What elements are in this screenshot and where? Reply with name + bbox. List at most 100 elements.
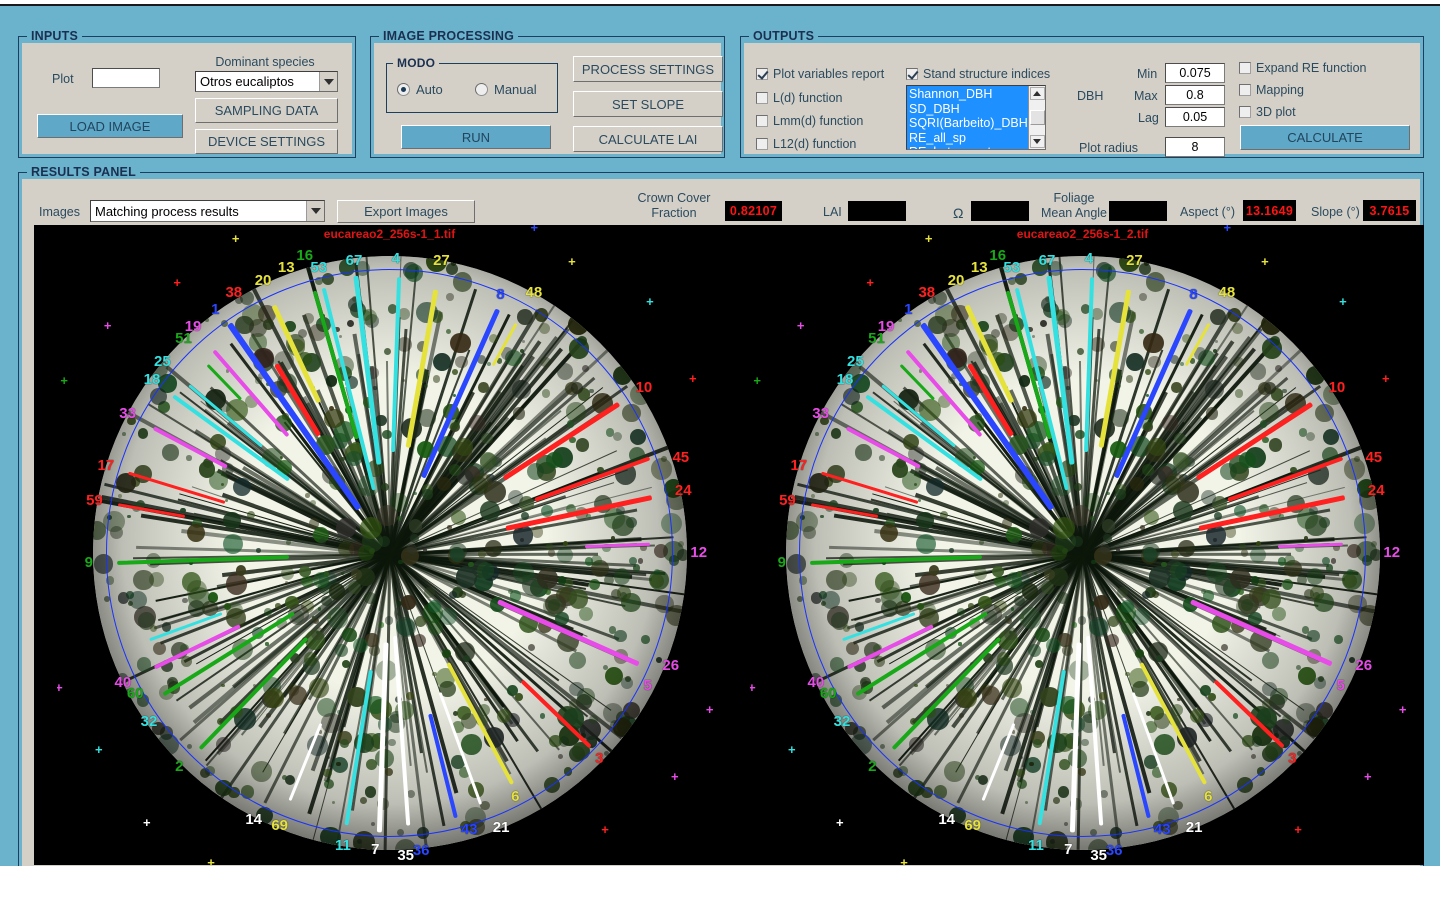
min-label: Min <box>1137 67 1158 81</box>
tree-label: 8 <box>1189 286 1198 304</box>
tree-label: 3 <box>595 750 604 768</box>
tree-label: 36 <box>412 842 430 860</box>
list-item[interactable]: Shannon_DBH <box>909 87 1028 102</box>
tree-label: 20 <box>254 272 272 290</box>
checkbox-lmmd-function[interactable]: Lmm(d) function <box>756 114 863 128</box>
indices-listbox[interactable]: Shannon_DBH SD_DBH SQRI(Barbeito)_DBH RE… <box>906 85 1046 150</box>
reference-plus-marker: + <box>689 370 697 386</box>
reference-plus-marker: + <box>705 702 714 718</box>
aspect-label: Aspect (°) <box>1180 205 1236 219</box>
fisheye-image-right[interactable]: eucareao2_256s-1_2.tif 53 67 4 27 8 48 10 45 24 1… <box>750 225 1415 865</box>
images-select[interactable]: Matching process results <box>90 200 325 222</box>
reference-plus-marker: + <box>173 274 181 290</box>
reference-plus-marker: + <box>57 679 63 695</box>
plot-label: Plot <box>52 72 74 86</box>
omega-value <box>971 201 1029 221</box>
images-label: Images <box>39 205 80 219</box>
tree-label: 69 <box>964 816 982 834</box>
dbh-label: DBH <box>1077 89 1104 103</box>
tree-label: 14 <box>938 811 955 829</box>
tree-label: 6 <box>1204 787 1213 805</box>
application-window: INPUTS Plot Dominant species Otros eucal… <box>0 4 1440 872</box>
chevron-down-icon <box>306 201 324 221</box>
dbh-min-input[interactable]: 0.075 <box>1165 63 1225 83</box>
inputs-panel: INPUTS Plot Dominant species Otros eucal… <box>18 29 356 158</box>
tree-label: 27 <box>1126 251 1143 269</box>
reference-plus-marker: + <box>646 294 654 310</box>
tree-label: 40 <box>807 674 825 692</box>
reference-plus-marker: + <box>753 373 761 389</box>
checkbox-label: Mapping <box>1256 83 1304 97</box>
run-button[interactable]: RUN <box>401 125 551 149</box>
plot-radius-input[interactable]: 8 <box>1165 137 1225 157</box>
tree-label: 21 <box>492 819 510 837</box>
radio-auto[interactable]: Auto <box>397 82 443 97</box>
tree-label: 2 <box>868 757 877 775</box>
foliage-mean-angle-value <box>1109 201 1167 221</box>
radio-manual[interactable]: Manual <box>475 82 537 97</box>
tree-label: 32 <box>833 712 851 730</box>
tree-label: 21 <box>1185 819 1203 837</box>
tree-label: 38 <box>918 284 936 302</box>
outputs-panel-title: OUTPUTS <box>749 29 819 43</box>
export-images-button[interactable]: Export Images <box>337 200 475 223</box>
set-slope-button[interactable]: SET SLOPE <box>573 91 723 117</box>
tree-label: 18 <box>143 371 161 389</box>
plot-input[interactable] <box>92 68 160 88</box>
checkbox-plot-variables-report[interactable]: Plot variables report <box>756 67 884 81</box>
checkbox-icon <box>756 138 768 150</box>
list-item[interactable]: SD_DBH <box>909 102 1028 117</box>
scroll-up-icon[interactable] <box>1029 87 1045 100</box>
checkbox-stand-structure-indices[interactable]: Stand structure indices <box>906 67 1050 81</box>
fisheye-image-left[interactable]: eucareao2_256s-1_1.tif 53 67 4 27 8 48 10 45 24 1… <box>57 225 722 865</box>
list-item[interactable]: RE_all_sp <box>909 131 1028 146</box>
tree-label: 69 <box>271 816 289 834</box>
tree-label: 24 <box>1367 481 1385 499</box>
inputs-panel-title: INPUTS <box>27 29 83 43</box>
reference-plus-marker: + <box>1294 822 1302 838</box>
tree-label: 25 <box>846 353 864 371</box>
right-image-title: eucareao2_256s-1_2.tif <box>1016 227 1149 241</box>
crown-cover-fraction-label-line2: Fraction <box>651 206 697 220</box>
device-settings-button[interactable]: DEVICE SETTINGS <box>195 129 338 154</box>
listbox-scrollbar[interactable] <box>1028 86 1045 149</box>
image-processing-panel-body: MODO Auto Manual RUN PROCESS SETTINGS SE… <box>374 43 723 154</box>
window-bottom-strip <box>0 866 1440 900</box>
tree-label: 33 <box>812 404 829 422</box>
checkbox-icon <box>906 68 918 80</box>
tree-label: 19 <box>184 317 202 335</box>
image-processing-panel-title: IMAGE PROCESSING <box>379 29 518 43</box>
tree-label: 67 <box>345 252 363 270</box>
dbh-max-input[interactable]: 0.8 <box>1165 85 1225 105</box>
scroll-down-icon[interactable] <box>1029 135 1045 148</box>
dominant-species-value: Otros eucaliptos <box>200 74 294 89</box>
radio-manual-icon <box>475 83 488 96</box>
checkbox-expand-re-function[interactable]: Expand RE function <box>1239 61 1367 75</box>
checkbox-mapping[interactable]: Mapping <box>1239 83 1304 97</box>
calculate-button[interactable]: CALCULATE <box>1240 125 1410 150</box>
checkbox-ld-function[interactable]: L(d) function <box>756 91 842 105</box>
dominant-species-select[interactable]: Otros eucaliptos <box>195 71 338 92</box>
process-settings-button[interactable]: PROCESS SETTINGS <box>573 56 723 82</box>
tree-label: 8 <box>496 286 505 304</box>
load-image-button[interactable]: LOAD IMAGE <box>37 114 183 138</box>
tree-label: 14 <box>245 811 262 829</box>
tree-label: 19 <box>877 317 895 335</box>
sampling-data-button[interactable]: SAMPLING DATA <box>195 98 338 123</box>
images-select-value: Matching process results <box>95 203 239 219</box>
checkbox-l12d-function[interactable]: L12(d) function <box>756 137 856 151</box>
tree-label: 5 <box>1336 677 1345 695</box>
list-item[interactable]: RE_between_two_sp <box>909 145 1028 149</box>
indices-list-items: Shannon_DBH SD_DBH SQRI(Barbeito)_DBH RE… <box>907 86 1028 149</box>
checkbox-3d-plot[interactable]: 3D plot <box>1239 105 1296 119</box>
scrollbar-thumb[interactable] <box>1029 110 1045 125</box>
calculate-lai-button[interactable]: CALCULATE LAI <box>573 126 723 152</box>
tree-label: 40 <box>114 674 132 692</box>
dbh-lag-input[interactable]: 0.05 <box>1165 107 1225 127</box>
checkbox-label: Stand structure indices <box>923 67 1051 81</box>
tree-label: 12 <box>1383 544 1401 561</box>
list-item[interactable]: SQRI(Barbeito)_DBH <box>909 116 1028 131</box>
reference-plus-marker: + <box>787 741 796 757</box>
outputs-panel: OUTPUTS Plot variables report L(d) funct… <box>740 29 1424 158</box>
tree-label: 26 <box>662 657 680 675</box>
